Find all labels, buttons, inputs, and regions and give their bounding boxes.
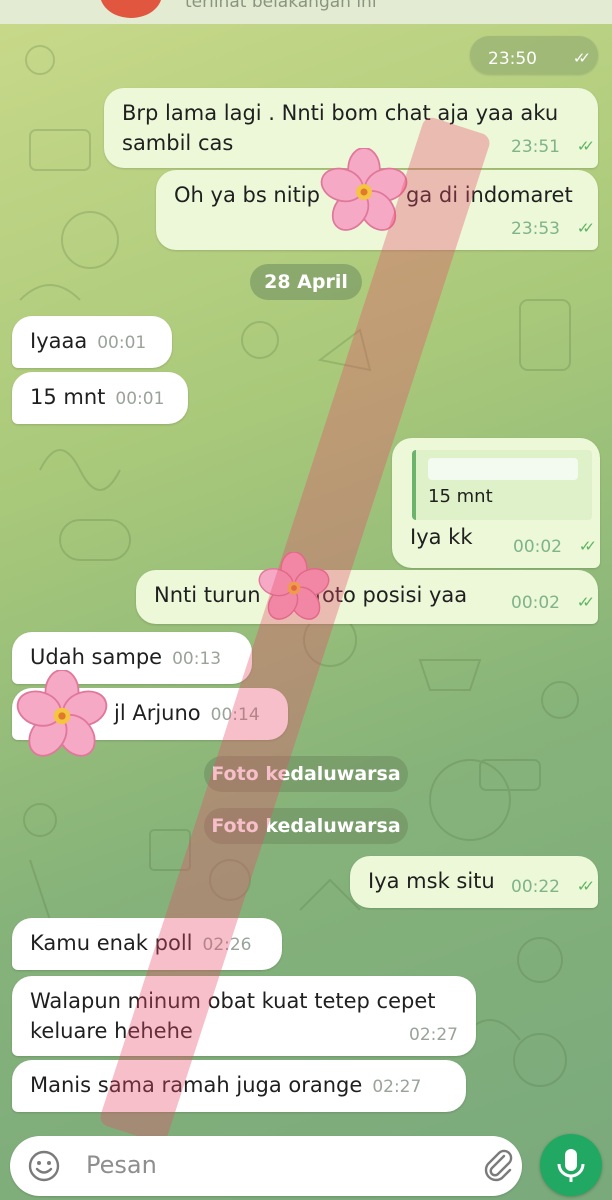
incoming-message[interactable]: Kamu enak poll 02:26	[12, 918, 282, 970]
incoming-message[interactable]: Udah sampe 00:13	[12, 632, 252, 684]
message-time: 00:22	[511, 877, 560, 897]
message-time: 00:01	[115, 389, 165, 409]
mic-icon	[557, 1149, 585, 1182]
message-text-line: Walapun minum obat kuat tetep cepet	[30, 989, 436, 1013]
message-text: 15 mnt	[30, 385, 106, 409]
message-time: 00:14	[210, 705, 260, 725]
outgoing-message[interactable]: Iya msk situ 00:22 ✓✓	[350, 856, 598, 908]
message-time: 02:26	[202, 935, 252, 955]
emoji-icon[interactable]	[28, 1150, 60, 1182]
message-time: 00:02	[513, 537, 562, 557]
avatar	[100, 0, 162, 18]
double-check-icon: ✓✓	[576, 877, 595, 895]
incoming-message[interactable]: jl Arjuno 00:14	[12, 688, 288, 740]
message-time: 02:27	[372, 1077, 422, 1097]
outgoing-message[interactable]: Brp lama lagi . Nnti bom chat aja yaa ak…	[104, 88, 598, 168]
message-text: Udah sampe	[30, 645, 163, 669]
message-text: Nnti turun	[154, 583, 261, 607]
double-check-icon: ✓✓	[576, 219, 595, 237]
message-text: Manis sama ramah juga orange	[30, 1073, 363, 1097]
message-time: 00:02	[511, 593, 560, 613]
attach-icon[interactable]	[482, 1148, 516, 1182]
message-text: Iya kk	[410, 525, 473, 549]
message-time: 00:13	[172, 649, 222, 669]
message-text: Iya msk situ	[368, 869, 495, 893]
quoted-sender-redacted	[428, 458, 578, 480]
message-text-line: keluare hehehe	[30, 1019, 193, 1043]
outgoing-message[interactable]: Oh ya bs nitip ga di indomaret 23:53 ✓✓	[156, 170, 598, 250]
message-text: Oh ya bs nitip	[174, 183, 320, 207]
incoming-message[interactable]: Iyaaa 00:01	[12, 316, 172, 368]
message-text: jl Arjuno	[114, 701, 201, 725]
date-separator: 28 April	[250, 264, 362, 300]
outgoing-message[interactable]: Nnti turun foto posisi yaa 00:02 ✓✓	[136, 570, 598, 624]
message-text: foto posisi yaa	[314, 583, 468, 607]
message-text: ga di indomaret	[405, 183, 573, 207]
message-time: 23:53	[511, 219, 560, 239]
double-check-icon: ✓✓	[572, 49, 591, 67]
message-time: 02:27	[409, 1025, 458, 1045]
message-text: Iyaaa	[30, 329, 88, 353]
quoted-text: 15 mnt	[428, 486, 493, 507]
input-placeholder: Pesan	[86, 1151, 157, 1179]
message-time: 00:01	[97, 333, 147, 353]
double-check-icon: ✓✓	[578, 537, 597, 555]
message-time: 23:51	[511, 137, 560, 157]
strip-snippet: terlihat belakangan ini	[185, 0, 377, 12]
reply-quote[interactable]: 15 mnt	[412, 450, 592, 520]
previous-message-strip: terlihat belakangan ini	[0, 0, 612, 24]
incoming-message[interactable]: 15 mnt 00:01	[12, 372, 188, 424]
message-text-line: Brp lama lagi . Nnti bom chat aja yaa ak…	[122, 101, 559, 125]
message-text: Kamu enak poll	[30, 931, 193, 955]
system-notice: Foto kedaluwarsa	[204, 808, 408, 844]
mic-button[interactable]	[540, 1134, 602, 1196]
outgoing-message-fragment[interactable]: 23:50 ✓✓	[470, 36, 598, 74]
incoming-message[interactable]: Manis sama ramah juga orange 02:27	[12, 1060, 466, 1112]
incoming-message[interactable]: Walapun minum obat kuat tetep cepet kelu…	[12, 976, 476, 1056]
double-check-icon: ✓✓	[576, 593, 595, 611]
message-composer: Pesan	[0, 1130, 612, 1200]
system-notice: Foto kedaluwarsa	[204, 756, 408, 792]
double-check-icon: ✓✓	[576, 137, 595, 155]
message-time: 23:50	[488, 49, 537, 69]
